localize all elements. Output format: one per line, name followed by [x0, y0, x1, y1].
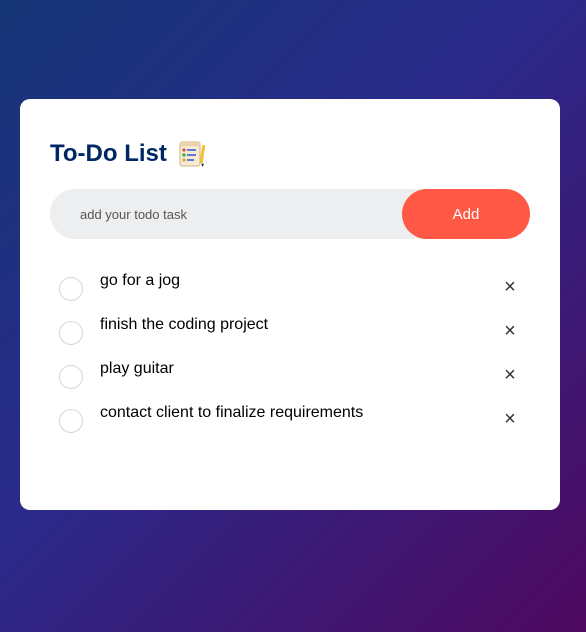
task-text: go for a jog — [100, 272, 181, 289]
checkbox-circle-icon[interactable] — [59, 365, 83, 389]
page-title: To-Do List — [50, 140, 167, 167]
add-button[interactable]: Add — [402, 189, 530, 239]
delete-icon[interactable]: × — [498, 275, 522, 299]
list-item[interactable]: go for a jog × — [50, 264, 530, 308]
list-item[interactable]: finish the coding project × — [50, 308, 530, 352]
list-item[interactable]: play guitar × — [50, 352, 530, 396]
checkbox-circle-icon[interactable] — [59, 409, 83, 433]
checklist-with-pencil-icon — [177, 139, 207, 169]
checkbox-circle-icon[interactable] — [59, 277, 83, 301]
task-text: finish the coding project — [100, 316, 269, 333]
task-text: contact client to finalize requirements — [100, 404, 364, 421]
input-row: Add — [50, 188, 530, 240]
delete-icon[interactable]: × — [498, 319, 522, 343]
todo-card: To-Do List Add go for a jog × — [20, 99, 560, 510]
list-item[interactable]: contact client to finalize requirements … — [50, 396, 530, 440]
checkbox-circle-icon[interactable] — [59, 321, 83, 345]
delete-icon[interactable]: × — [498, 363, 522, 387]
task-text: play guitar — [100, 360, 174, 377]
delete-icon[interactable]: × — [498, 407, 522, 431]
title-row: To-Do List — [50, 139, 530, 169]
task-list: go for a jog × finish the coding project… — [50, 264, 530, 440]
task-input[interactable] — [50, 188, 402, 240]
